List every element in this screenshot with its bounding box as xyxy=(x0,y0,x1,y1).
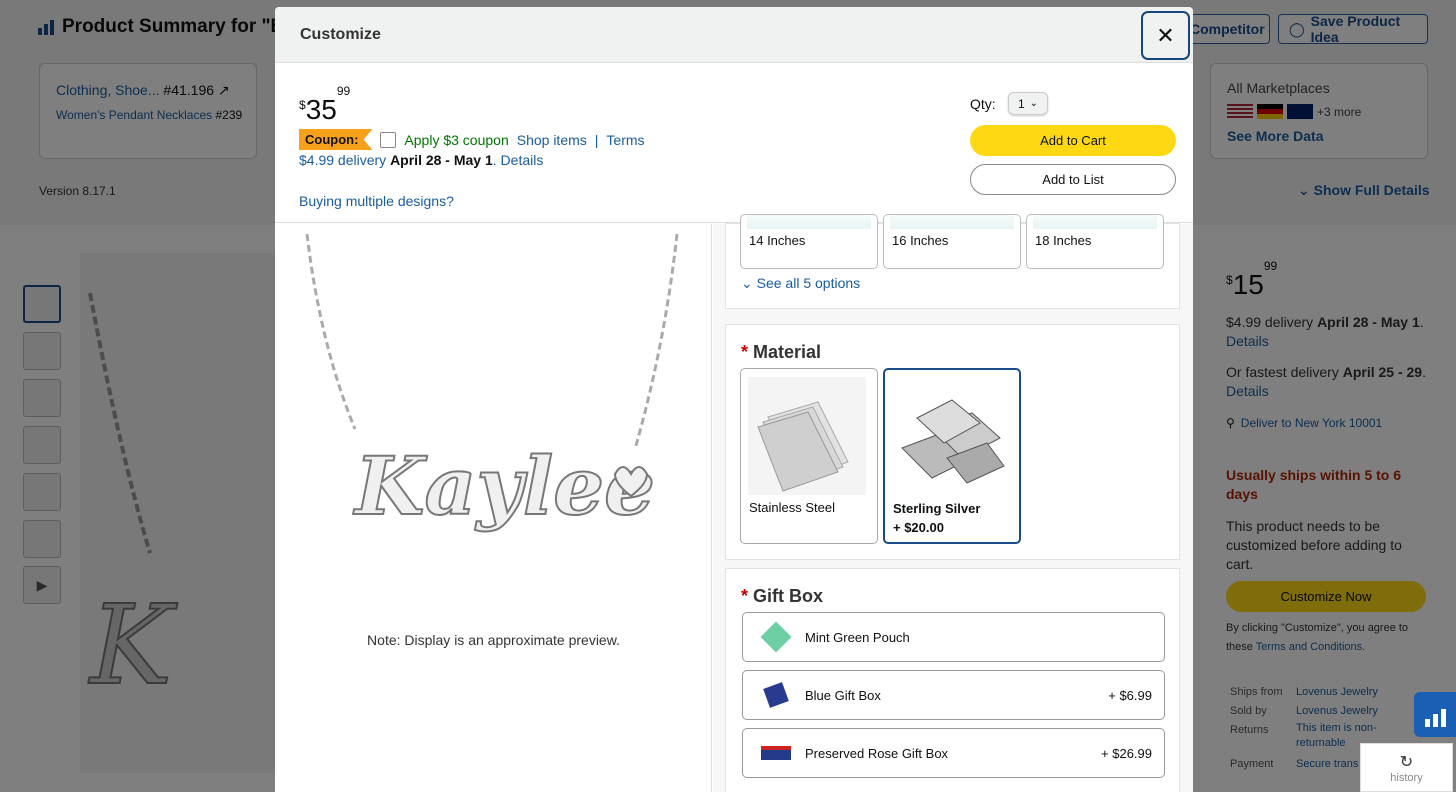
mint-pouch-icon xyxy=(753,621,799,653)
length-panel: 14 Inches 16 Inches 18 Inches ⌄ See all … xyxy=(725,214,1180,309)
add-to-list-button[interactable]: Add to List xyxy=(970,164,1176,195)
preview-note: Note: Display is an approximate preview. xyxy=(367,632,620,648)
material-sterling-silver[interactable]: Sterling Silver + $20.00 xyxy=(883,368,1021,544)
customization-preview: Kaylee Note: Display is an approximate p… xyxy=(275,224,712,792)
blue-box-icon xyxy=(753,682,799,708)
shop-items-link[interactable]: Shop items xyxy=(517,132,587,148)
modal-buy-box: $3599 Coupon: Apply $3 coupon Shop items… xyxy=(275,64,1193,223)
history-icon: ↻ xyxy=(1399,753,1414,771)
modal-title: Customize xyxy=(300,26,381,43)
coupon-badge: Coupon: xyxy=(299,129,373,150)
chevron-down-icon: ⌄ xyxy=(1029,98,1039,109)
qty-label: Qty: xyxy=(970,96,996,112)
history-button[interactable]: ↻ history xyxy=(1360,743,1453,792)
gift-option-mint-green-pouch[interactable]: Mint Green Pouch xyxy=(742,612,1165,662)
material-panel: * Material Stainless Steel Sterling Silv… xyxy=(725,324,1180,560)
apply-coupon-label[interactable]: Apply $3 coupon xyxy=(404,132,508,148)
chevron-down-icon: ⌄ xyxy=(741,275,753,291)
coupon-row: Coupon: Apply $3 coupon Shop items | Ter… xyxy=(299,129,645,150)
floating-chart-button[interactable] xyxy=(1414,692,1456,737)
length-option-18[interactable]: 18 Inches xyxy=(1026,214,1164,269)
gift-box-title: * Gift Box xyxy=(741,586,824,606)
necklace-preview-image: Kaylee xyxy=(305,233,679,534)
svg-text:Kaylee: Kaylee xyxy=(353,439,655,533)
modal-delivery: $4.99 delivery April 28 - May 1. Details xyxy=(299,152,544,168)
add-to-cart-button[interactable]: Add to Cart xyxy=(970,125,1176,156)
gift-option-blue-gift-box[interactable]: Blue Gift Box + $6.99 xyxy=(742,670,1165,720)
see-all-options-link[interactable]: ⌄ See all 5 options xyxy=(741,275,860,292)
rose-box-icon xyxy=(753,746,799,760)
details-link[interactable]: Details xyxy=(501,152,544,168)
modal-price: $3599 xyxy=(299,83,351,125)
qty-select[interactable]: 1 ⌄ xyxy=(1008,92,1048,115)
close-button[interactable]: ✕ xyxy=(1141,11,1190,60)
coupon-checkbox[interactable] xyxy=(380,131,397,148)
stainless-steel-image xyxy=(748,377,866,495)
gift-box-panel: * Gift Box Mint Green Pouch Blue Gift Bo… xyxy=(725,568,1180,792)
material-stainless-steel[interactable]: Stainless Steel xyxy=(740,368,878,544)
length-option-16[interactable]: 16 Inches xyxy=(883,214,1021,269)
terms-link[interactable]: Terms xyxy=(606,132,644,148)
length-option-14[interactable]: 14 Inches xyxy=(740,214,878,269)
customize-modal: Customize ✕ $3599 Coupon: Apply $3 coupo… xyxy=(275,7,1193,792)
gift-option-preserved-rose-box[interactable]: Preserved Rose Gift Box + $26.99 xyxy=(742,728,1165,778)
customization-options: 14 Inches 16 Inches 18 Inches ⌄ See all … xyxy=(713,214,1193,792)
sterling-silver-image xyxy=(892,378,1010,496)
close-icon: ✕ xyxy=(1156,22,1175,48)
modal-header: Customize ✕ xyxy=(275,7,1193,63)
material-title: * Material xyxy=(741,342,822,362)
buying-multiple-link[interactable]: Buying multiple designs? xyxy=(299,193,454,209)
